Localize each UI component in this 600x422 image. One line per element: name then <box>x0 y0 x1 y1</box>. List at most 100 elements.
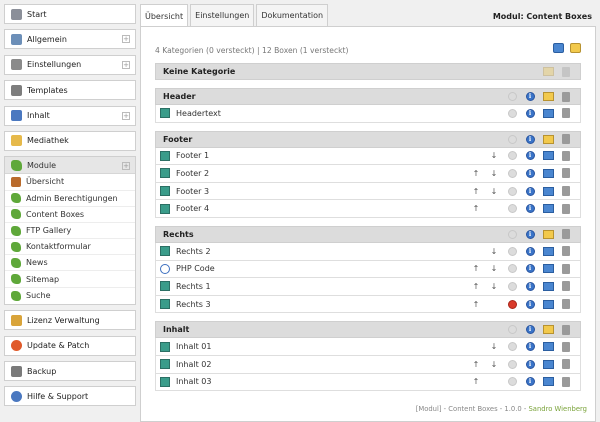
box-name[interactable]: Footer 2 <box>176 169 209 178</box>
visibility-icon[interactable] <box>507 281 517 291</box>
delete-icon[interactable] <box>562 341 570 352</box>
move-up-icon[interactable]: ↑ <box>467 300 485 309</box>
sidebar-item-hilfe-support[interactable]: Hilfe & Support <box>4 386 136 407</box>
edit-box-icon[interactable] <box>542 377 554 387</box>
delete-icon[interactable] <box>562 299 570 310</box>
visibility-icon[interactable] <box>507 92 517 101</box>
info-icon[interactable]: i <box>525 377 535 387</box>
box-name[interactable]: Footer 4 <box>176 204 209 213</box>
tab-dokumentation[interactable]: Dokumentation <box>256 4 329 26</box>
info-icon[interactable]: i <box>525 229 535 239</box>
visibility-icon[interactable] <box>507 246 517 256</box>
sidebar-item-backup[interactable]: Backup <box>4 361 136 382</box>
expand-icon[interactable]: + <box>122 162 130 171</box>
box-name[interactable]: Footer 1 <box>176 151 209 160</box>
sidebar-item-templates[interactable]: Templates <box>4 80 136 101</box>
move-up-icon[interactable]: ↑ <box>467 360 485 369</box>
move-up-icon[interactable]: ↑ <box>467 377 485 386</box>
edit-box-icon[interactable] <box>542 359 554 369</box>
delete-icon[interactable] <box>562 91 570 102</box>
sidebar-subitem-news[interactable]: News <box>5 255 135 272</box>
box-name[interactable]: Footer 3 <box>176 187 209 196</box>
info-icon[interactable]: i <box>525 168 535 178</box>
info-icon[interactable]: i <box>525 359 535 369</box>
add-box-icon[interactable] <box>553 43 564 53</box>
move-down-icon[interactable]: ↓ <box>485 360 503 369</box>
edit-box-icon[interactable] <box>542 342 554 352</box>
visibility-icon[interactable] <box>507 299 517 309</box>
info-icon[interactable]: i <box>525 186 535 196</box>
move-down-icon[interactable]: ↓ <box>485 264 503 273</box>
box-name[interactable]: Rechts 2 <box>176 247 211 256</box>
edit-box-icon[interactable] <box>542 186 554 196</box>
info-icon[interactable]: i <box>525 204 535 214</box>
move-down-icon[interactable]: ↓ <box>485 187 503 196</box>
delete-icon[interactable] <box>562 359 570 370</box>
box-name[interactable]: Rechts 1 <box>176 282 211 291</box>
sidebar-item-allgemein[interactable]: Allgemein + <box>4 29 136 50</box>
sidebar-subitem-sitemap[interactable]: Sitemap <box>5 271 135 288</box>
sidebar-subitem-kontaktformular[interactable]: Kontaktformular <box>5 239 135 256</box>
delete-icon[interactable] <box>562 229 570 240</box>
info-icon[interactable]: i <box>525 246 535 256</box>
expand-icon[interactable]: + <box>122 35 130 44</box>
move-down-icon[interactable]: ↓ <box>485 247 503 256</box>
box-name[interactable]: PHP Code <box>176 264 215 273</box>
sidebar-subitem-suche[interactable]: Suche <box>5 288 135 304</box>
box-name[interactable]: Inhalt 01 <box>176 342 211 351</box>
sidebar-item-start[interactable]: Start <box>4 4 136 24</box>
tab-einstellungen[interactable]: Einstellungen <box>190 4 255 26</box>
visibility-icon[interactable] <box>507 168 517 178</box>
box-name[interactable]: Headertext <box>176 109 221 118</box>
info-icon[interactable]: i <box>525 299 535 309</box>
info-icon[interactable]: i <box>525 151 535 161</box>
edit-box-icon[interactable] <box>542 168 554 178</box>
edit-box-icon[interactable] <box>542 281 554 291</box>
edit-category-icon[interactable] <box>542 229 554 239</box>
delete-icon[interactable] <box>562 150 570 161</box>
edit-box-icon[interactable] <box>542 151 554 161</box>
visibility-icon[interactable] <box>507 151 517 161</box>
edit-category-icon[interactable] <box>542 134 554 144</box>
move-down-icon[interactable]: ↓ <box>485 151 503 160</box>
visibility-icon[interactable] <box>507 377 517 387</box>
delete-icon[interactable] <box>562 263 570 274</box>
move-down-icon[interactable]: ↓ <box>485 169 503 178</box>
expand-icon[interactable]: + <box>122 60 130 69</box>
visibility-icon[interactable] <box>507 134 517 144</box>
move-down-icon[interactable]: ↓ <box>485 282 503 291</box>
add-category-icon[interactable] <box>570 43 581 53</box>
box-name[interactable]: Rechts 3 <box>176 300 211 309</box>
delete-icon[interactable] <box>562 376 570 387</box>
edit-category-icon[interactable] <box>542 325 554 335</box>
info-icon[interactable]: i <box>525 134 535 144</box>
visibility-icon[interactable] <box>507 108 517 118</box>
delete-icon[interactable] <box>562 134 570 145</box>
info-icon[interactable]: i <box>525 281 535 291</box>
sidebar-item-module[interactable]: Module + <box>5 157 135 175</box>
visibility-icon[interactable] <box>507 342 517 352</box>
sidebar-subitem-content-boxes[interactable]: Content Boxes <box>5 207 135 223</box>
edit-category-icon[interactable] <box>542 92 554 101</box>
edit-category-icon[interactable] <box>542 67 554 76</box>
move-up-icon[interactable]: ↑ <box>467 282 485 291</box>
delete-icon[interactable] <box>562 203 570 214</box>
box-name[interactable]: Inhalt 03 <box>176 377 211 386</box>
move-up-icon[interactable]: ↑ <box>467 187 485 196</box>
sidebar-item-mediathek[interactable]: Mediathek <box>4 130 136 151</box>
info-icon[interactable]: i <box>525 342 535 352</box>
footer-author[interactable]: Sandro Wienberg <box>528 405 587 413</box>
expand-icon[interactable]: + <box>122 111 130 120</box>
info-icon[interactable]: i <box>525 92 535 101</box>
edit-box-icon[interactable] <box>542 264 554 274</box>
delete-icon[interactable] <box>562 186 570 197</box>
visibility-icon[interactable] <box>507 204 517 214</box>
delete-icon[interactable] <box>562 66 570 77</box>
move-up-icon[interactable]: ↑ <box>467 169 485 178</box>
move-up-icon[interactable]: ↑ <box>467 264 485 273</box>
info-icon[interactable]: i <box>525 264 535 274</box>
delete-icon[interactable] <box>562 324 570 335</box>
visibility-icon[interactable] <box>507 186 517 196</box>
edit-box-icon[interactable] <box>542 204 554 214</box>
info-icon[interactable]: i <box>525 108 535 118</box>
